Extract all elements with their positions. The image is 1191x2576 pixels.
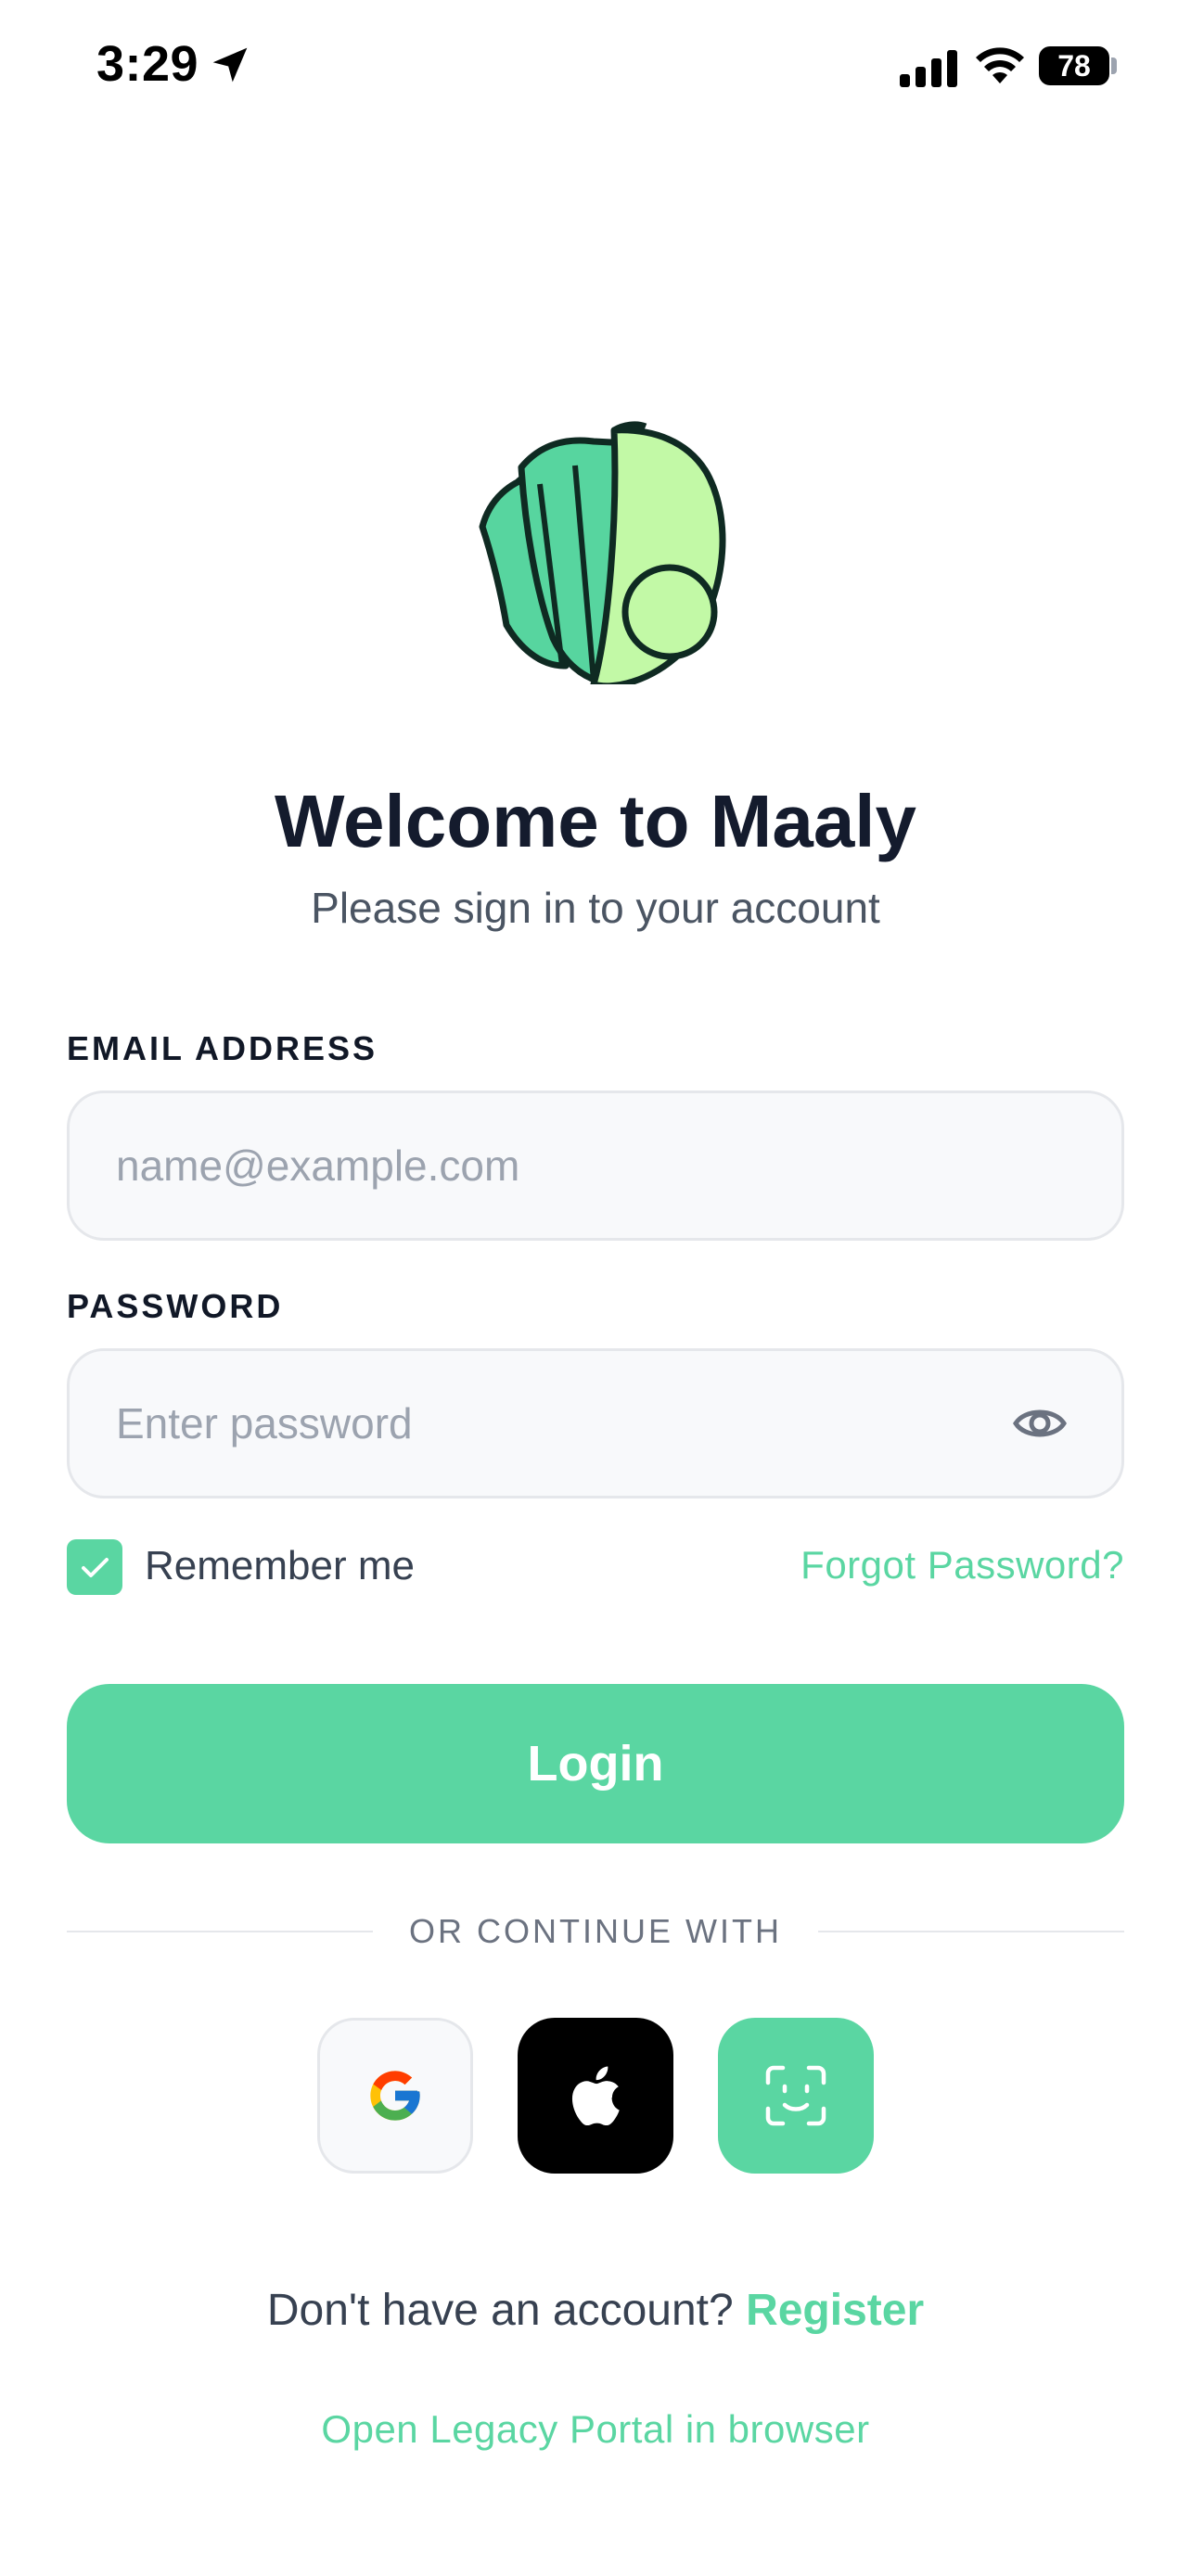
login-screen: 3:29 78 Welcome to Maaly Please sign in …: [0, 0, 1191, 2576]
remember-me-label[interactable]: Remember me: [145, 1543, 415, 1589]
wifi-icon: [976, 47, 1024, 83]
login-button[interactable]: Login: [67, 1684, 1124, 1843]
battery-indicator: 78: [1039, 46, 1109, 85]
password-label: PASSWORD: [67, 1287, 284, 1325]
email-label: EMAIL ADDRESS: [67, 1029, 378, 1067]
face-id-icon: [765, 2065, 826, 2126]
password-input[interactable]: [116, 1351, 951, 1496]
register-prompt: Don't have an account?: [266, 2286, 734, 2335]
status-time: 3:29: [96, 36, 199, 92]
register-row: Don't have an account? Register: [0, 2285, 1191, 2336]
legacy-portal-link[interactable]: Open Legacy Portal in browser: [0, 2407, 1191, 2452]
checkmark-icon: [82, 1558, 109, 1577]
apple-icon: [571, 2066, 620, 2125]
google-login-button[interactable]: [317, 2018, 473, 2174]
status-bar: 3:29 78: [0, 0, 1191, 130]
show-password-eye-icon[interactable]: [1012, 1397, 1068, 1449]
register-link[interactable]: Register: [746, 2286, 924, 2335]
apple-login-button[interactable]: [518, 2018, 673, 2174]
welcome-subtitle: Please sign in to your account: [311, 884, 880, 932]
password-field[interactable]: [67, 1348, 1124, 1498]
maaly-logo: [479, 421, 726, 684]
email-field[interactable]: [67, 1090, 1124, 1241]
cellular-signal-icon: [900, 50, 957, 87]
email-input[interactable]: [116, 1093, 951, 1238]
welcome-title: Welcome to Maaly: [274, 780, 917, 862]
remember-me-checkbox[interactable]: [67, 1539, 122, 1595]
battery-cap: [1111, 57, 1117, 74]
location-arrow-icon: [212, 47, 248, 83]
face-id-login-button[interactable]: [718, 2018, 874, 2174]
forgot-password-link[interactable]: Forgot Password?: [800, 1543, 1124, 1588]
divider-line-right: [818, 1931, 1124, 1932]
google-icon: [370, 2071, 420, 2121]
